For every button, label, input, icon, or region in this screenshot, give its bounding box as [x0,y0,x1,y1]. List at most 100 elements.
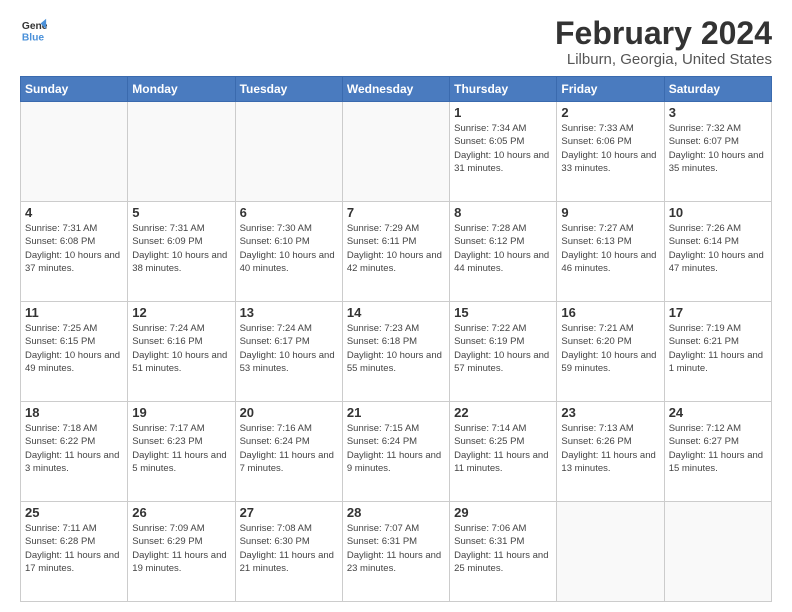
day-number: 17 [669,305,767,320]
day-number: 7 [347,205,445,220]
day-number: 14 [347,305,445,320]
calendar-week-row: 18 Sunrise: 7:18 AM Sunset: 6:22 PM Dayli… [21,402,772,502]
day-info: Sunrise: 7:24 AM Sunset: 6:17 PM Dayligh… [240,322,338,375]
calendar-day-18: 18 Sunrise: 7:18 AM Sunset: 6:22 PM Dayli… [21,402,128,502]
day-number: 29 [454,505,552,520]
day-info: Sunrise: 7:26 AM Sunset: 6:14 PM Dayligh… [669,222,767,275]
calendar-week-row: 11 Sunrise: 7:25 AM Sunset: 6:15 PM Dayli… [21,302,772,402]
calendar-week-row: 1Sunrise: 7:34 AM Sunset: 6:05 PM Daylig… [21,102,772,202]
day-number: 19 [132,405,230,420]
day-number: 8 [454,205,552,220]
calendar-day-4: 4 Sunrise: 7:31 AM Sunset: 6:08 PM Daylig… [21,202,128,302]
calendar-day-2: 2 Sunrise: 7:33 AM Sunset: 6:06 PM Daylig… [557,102,664,202]
calendar-empty-cell [128,102,235,202]
weekday-header-sunday: Sunday [21,77,128,102]
day-number: 12 [132,305,230,320]
calendar-day-19: 19Sunrise: 7:17 AM Sunset: 6:23 PM Dayli… [128,402,235,502]
day-info: Sunrise: 7:09 AM Sunset: 6:29 PM Dayligh… [132,522,230,575]
calendar-day-10: 10 Sunrise: 7:26 AM Sunset: 6:14 PM Dayli… [664,202,771,302]
day-number: 13 [240,305,338,320]
calendar-empty-cell [557,502,664,602]
calendar-day-5: 5Sunrise: 7:31 AM Sunset: 6:09 PM Daylig… [128,202,235,302]
day-number: 11 [25,305,123,320]
calendar-day-9: 9 Sunrise: 7:27 AM Sunset: 6:13 PM Daylig… [557,202,664,302]
day-info: Sunrise: 7:25 AM Sunset: 6:15 PM Dayligh… [25,322,123,375]
day-number: 10 [669,205,767,220]
day-info: Sunrise: 7:12 AM Sunset: 6:27 PM Dayligh… [669,422,767,475]
day-number: 2 [561,105,659,120]
calendar-day-26: 26 Sunrise: 7:09 AM Sunset: 6:29 PM Dayli… [128,502,235,602]
calendar-day-13: 13 Sunrise: 7:24 AM Sunset: 6:17 PM Dayli… [235,302,342,402]
day-number: 24 [669,405,767,420]
day-info: Sunrise: 7:18 AM Sunset: 6:22 PM Dayligh… [25,422,123,475]
weekday-header-saturday: Saturday [664,77,771,102]
day-info: Sunrise: 7:27 AM Sunset: 6:13 PM Dayligh… [561,222,659,275]
calendar-day-21: 21Sunrise: 7:15 AM Sunset: 6:24 PM Dayli… [342,402,449,502]
calendar-empty-cell [21,102,128,202]
day-info: Sunrise: 7:06 AM Sunset: 6:31 PM Dayligh… [454,522,552,575]
day-info: Sunrise: 7:16 AM Sunset: 6:24 PM Dayligh… [240,422,338,475]
calendar-day-15: 15 Sunrise: 7:22 AM Sunset: 6:19 PM Dayli… [450,302,557,402]
calendar-day-29: 29 Sunrise: 7:06 AM Sunset: 6:31 PM Dayli… [450,502,557,602]
day-number: 22 [454,405,552,420]
day-info: Sunrise: 7:22 AM Sunset: 6:19 PM Dayligh… [454,322,552,375]
day-number: 28 [347,505,445,520]
calendar-day-7: 7 Sunrise: 7:29 AM Sunset: 6:11 PM Daylig… [342,202,449,302]
day-number: 18 [25,405,123,420]
day-info: Sunrise: 7:29 AM Sunset: 6:11 PM Dayligh… [347,222,445,275]
day-number: 26 [132,505,230,520]
day-info: Sunrise: 7:07 AM Sunset: 6:31 PM Dayligh… [347,522,445,575]
header: General Blue February 2024 Lilburn, Geor… [20,16,772,68]
day-info: Sunrise: 7:21 AM Sunset: 6:20 PM Dayligh… [561,322,659,375]
calendar-empty-cell [235,102,342,202]
day-info: Sunrise: 7:33 AM Sunset: 6:06 PM Dayligh… [561,122,659,175]
calendar-day-1: 1Sunrise: 7:34 AM Sunset: 6:05 PM Daylig… [450,102,557,202]
calendar-empty-cell [664,502,771,602]
weekday-header-friday: Friday [557,77,664,102]
day-info: Sunrise: 7:13 AM Sunset: 6:26 PM Dayligh… [561,422,659,475]
day-info: Sunrise: 7:30 AM Sunset: 6:10 PM Dayligh… [240,222,338,275]
weekday-header-monday: Monday [128,77,235,102]
day-number: 3 [669,105,767,120]
calendar-day-27: 27 Sunrise: 7:08 AM Sunset: 6:30 PM Dayli… [235,502,342,602]
day-info: Sunrise: 7:14 AM Sunset: 6:25 PM Dayligh… [454,422,552,475]
calendar-day-14: 14Sunrise: 7:23 AM Sunset: 6:18 PM Dayli… [342,302,449,402]
day-number: 16 [561,305,659,320]
weekday-header-wednesday: Wednesday [342,77,449,102]
calendar-day-16: 16 Sunrise: 7:21 AM Sunset: 6:20 PM Dayli… [557,302,664,402]
weekday-header-row: SundayMondayTuesdayWednesdayThursdayFrid… [21,77,772,102]
day-info: Sunrise: 7:28 AM Sunset: 6:12 PM Dayligh… [454,222,552,275]
day-number: 15 [454,305,552,320]
subtitle: Lilburn, Georgia, United States [555,51,772,68]
calendar-day-28: 28 Sunrise: 7:07 AM Sunset: 6:31 PM Dayli… [342,502,449,602]
day-number: 23 [561,405,659,420]
day-info: Sunrise: 7:08 AM Sunset: 6:30 PM Dayligh… [240,522,338,575]
page: General Blue February 2024 Lilburn, Geor… [0,0,792,612]
day-info: Sunrise: 7:19 AM Sunset: 6:21 PM Dayligh… [669,322,767,375]
calendar-day-25: 25 Sunrise: 7:11 AM Sunset: 6:28 PM Dayli… [21,502,128,602]
calendar-day-20: 20 Sunrise: 7:16 AM Sunset: 6:24 PM Dayli… [235,402,342,502]
calendar-day-12: 12Sunrise: 7:24 AM Sunset: 6:16 PM Dayli… [128,302,235,402]
day-number: 4 [25,205,123,220]
day-number: 27 [240,505,338,520]
calendar-week-row: 25 Sunrise: 7:11 AM Sunset: 6:28 PM Dayli… [21,502,772,602]
svg-text:Blue: Blue [22,32,45,43]
day-number: 1 [454,105,552,120]
day-info: Sunrise: 7:32 AM Sunset: 6:07 PM Dayligh… [669,122,767,175]
day-info: Sunrise: 7:31 AM Sunset: 6:08 PM Dayligh… [25,222,123,275]
day-number: 6 [240,205,338,220]
weekday-header-thursday: Thursday [450,77,557,102]
calendar-day-6: 6 Sunrise: 7:30 AM Sunset: 6:10 PM Daylig… [235,202,342,302]
day-number: 20 [240,405,338,420]
title-block: February 2024 Lilburn, Georgia, United S… [555,16,772,68]
logo: General Blue [20,16,48,44]
day-number: 21 [347,405,445,420]
calendar-day-17: 17 Sunrise: 7:19 AM Sunset: 6:21 PM Dayli… [664,302,771,402]
calendar-day-24: 24 Sunrise: 7:12 AM Sunset: 6:27 PM Dayli… [664,402,771,502]
calendar-week-row: 4 Sunrise: 7:31 AM Sunset: 6:08 PM Daylig… [21,202,772,302]
day-number: 9 [561,205,659,220]
day-number: 25 [25,505,123,520]
day-info: Sunrise: 7:11 AM Sunset: 6:28 PM Dayligh… [25,522,123,575]
day-number: 5 [132,205,230,220]
calendar-day-3: 3 Sunrise: 7:32 AM Sunset: 6:07 PM Daylig… [664,102,771,202]
